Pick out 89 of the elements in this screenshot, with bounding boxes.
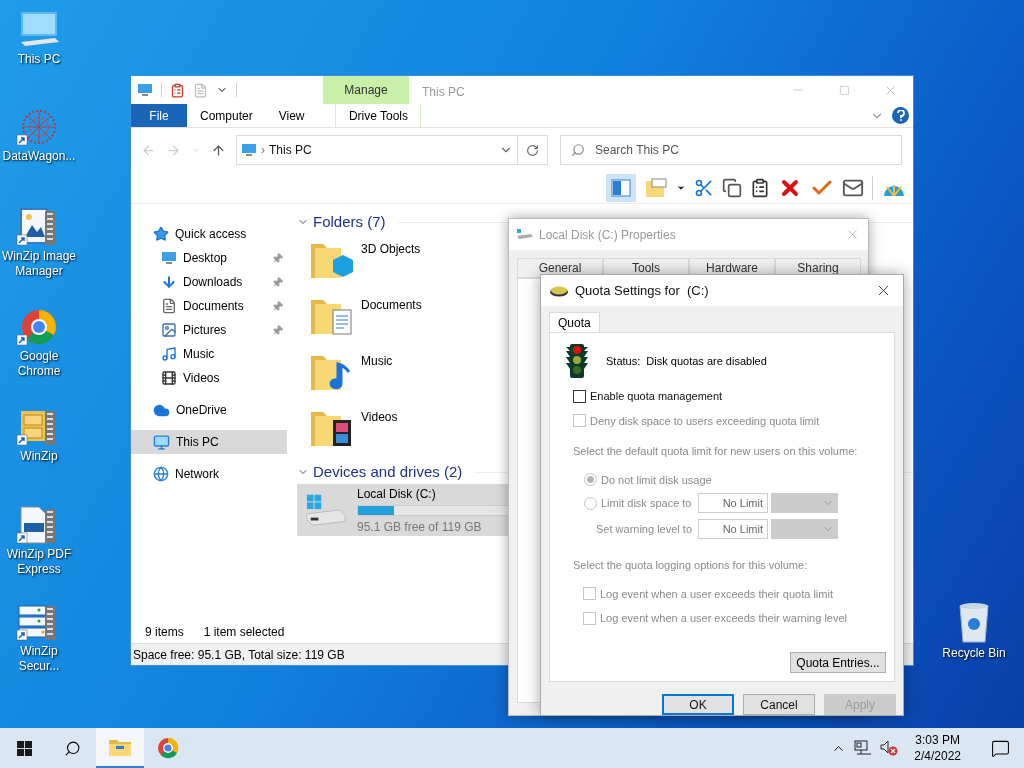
section-label: Select the default quota limit for new users on this volume: [573,444,859,459]
picture-icon [161,322,177,338]
music-note-icon [161,346,177,362]
copy-icon[interactable] [722,177,742,198]
search-icon [571,143,585,157]
nav-pane-item[interactable]: OneDrive [131,398,287,422]
network-icon [153,466,169,482]
status-text: Status: Disk quotas are disabled [606,353,767,369]
dialog-title: Quota Settings for (C:) [575,281,709,300]
free-space-text: 95.1 GB free of 119 GB [357,518,483,536]
search-input[interactable]: Search This PC [595,141,855,159]
drive-icon [305,492,347,528]
monitor-icon [137,83,153,97]
nav-pane-item[interactable]: Documents [131,294,287,318]
download-icon [161,274,177,290]
ribbon-group-header: Manage [323,76,409,104]
document-icon [161,298,177,314]
details-bar-text: Space free: 95.1 GB, Total size: 119 GB [133,646,345,664]
clock[interactable]: 3:03 PM 2/4/2022 [906,732,969,764]
checkbox[interactable] [573,389,586,403]
warning-field[interactable]: No Limit [698,519,768,539]
nav-pane-item[interactable]: Downloads [131,270,287,294]
drive-name: Local Disk (C:) [357,485,437,503]
preview-pane-icon[interactable] [606,173,636,202]
dialog-title: Local Disk (C:) Properties [539,226,676,244]
address-bar[interactable]: › This PC [236,135,518,165]
monitor-icon [161,251,177,265]
search-field[interactable]: Search This PC [560,135,902,165]
maximize-icon [838,84,850,96]
item-count: 9 items [145,624,184,641]
folder-view-icon[interactable] [644,176,668,199]
section-label: Select the quota logging options for this volume: [573,558,809,573]
help-icon[interactable] [892,107,909,124]
monitor-icon [241,143,257,157]
dialog-button[interactable]: OK [662,694,734,715]
search-icon [63,739,81,757]
desktop-icon-label[interactable]: Recycle Bin [942,644,1006,662]
paste-icon[interactable] [750,177,770,198]
taskbar-explorer-button[interactable] [96,728,144,768]
refresh-icon [526,143,539,157]
up-icon[interactable] [211,142,226,158]
file-menu-tab[interactable]: File [131,104,187,127]
field-label: Set warning level to [596,521,693,537]
radio-label: Limit disk space to [601,495,692,511]
drive-icon [517,228,533,241]
network-icon[interactable] [854,740,873,756]
breadcrumb-separator[interactable]: › [261,141,265,159]
ribbon-tab[interactable]: Drive Tools [335,104,422,127]
star-icon [153,226,169,242]
nav-pane-item[interactable]: Pictures [131,318,287,342]
nav-pane-item[interactable]: Network [131,462,287,486]
nav-pane-item[interactable]: Videos [131,366,287,390]
desktop-icon-label[interactable]: WinZip Secur... [0,644,78,674]
quota-entries-button[interactable]: Quota Entries... [790,652,886,673]
ribbon-tab[interactable]: View [265,104,318,127]
folder-item[interactable]: 3D Objects [297,234,497,290]
traffic-light-icon [564,343,590,379]
dialog-tab[interactable]: Quota [549,312,600,333]
refresh-button[interactable] [518,135,548,165]
nav-pane-item[interactable]: Music [131,342,287,366]
radio-label: Do not limit disk usage [601,472,712,488]
nav-pane-item[interactable]: Desktop [131,246,287,270]
checkbox-label: Log event when a user exceeds their quota limit [600,586,833,602]
folder-item[interactable]: Documents [297,290,497,346]
windows-icon [16,740,32,756]
desktop-icon-label[interactable]: WinZip PDF Express [0,547,78,577]
checkbox-label: Deny disk space to users exceeding quota limit [590,413,820,429]
selection-count: 1 item selected [203,624,285,641]
nav-pane-item[interactable]: This PC [131,430,287,454]
monitor-icon [153,433,170,451]
dialog-button[interactable]: Cancel [743,694,815,715]
properties-icon[interactable] [170,82,185,98]
notifications-icon[interactable] [991,738,1010,758]
folder-icon [108,737,132,757]
address-text[interactable]: This PC [269,141,312,159]
folder-item[interactable]: Videos [297,402,497,458]
checkbox-label: Enable quota management [590,389,723,404]
browser-icon [157,737,179,759]
checkbox-label: Log event when a user exceeds their warning level [600,611,848,626]
volume-muted-icon[interactable] [880,740,899,756]
folder-item[interactable]: Music [297,346,497,402]
window-title: This PC [422,84,465,101]
film-icon [161,370,177,386]
cut-icon[interactable] [694,177,714,198]
ribbon-tab[interactable]: Computer [187,104,266,127]
group-heading: Folders (7) [313,211,386,232]
nav-pane-item[interactable]: Quick access [131,222,287,246]
disk-icon [549,284,569,297]
group-heading: Devices and drives (2) [313,461,463,482]
